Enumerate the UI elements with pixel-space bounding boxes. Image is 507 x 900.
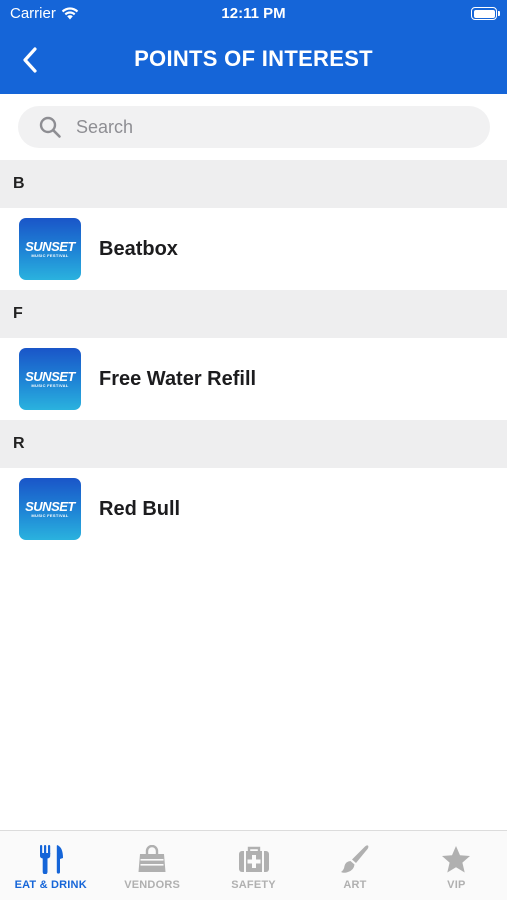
app-header: Carrier 12:11 PM POINTS OF INTEREST: [0, 0, 507, 94]
status-bar: Carrier 12:11 PM: [0, 0, 507, 28]
status-time: 12:11 PM: [221, 5, 286, 22]
search-box[interactable]: [18, 106, 490, 148]
tab-label: VENDORS: [124, 879, 181, 891]
paintbrush-icon: [338, 843, 372, 875]
tab-label: VIP: [447, 879, 466, 891]
tab-vendors[interactable]: VENDORS: [101, 831, 202, 900]
poi-list: B SUNSET MUSIC FESTIVAL Beatbox F SUNSET…: [0, 160, 507, 550]
list-item-label: Beatbox: [99, 237, 178, 260]
search-input[interactable]: [76, 107, 456, 147]
nav-bar: POINTS OF INTEREST: [0, 36, 507, 84]
list-item[interactable]: SUNSET MUSIC FESTIVAL Red Bull: [0, 468, 507, 550]
tab-label: EAT & DRINK: [14, 879, 87, 891]
tab-art[interactable]: ART: [304, 831, 405, 900]
first-aid-icon: [237, 843, 271, 875]
sunset-festival-logo: SUNSET MUSIC FESTIVAL: [19, 218, 81, 280]
list-item[interactable]: SUNSET MUSIC FESTIVAL Free Water Refill: [0, 338, 507, 420]
tab-bar: EAT & DRINK VENDORS SAFETY ART VIP: [0, 830, 507, 900]
list-item[interactable]: SUNSET MUSIC FESTIVAL Beatbox: [0, 208, 507, 290]
tab-eat-and-drink[interactable]: EAT & DRINK: [0, 831, 101, 900]
tab-vip[interactable]: VIP: [406, 831, 507, 900]
section-header-f: F: [0, 290, 507, 338]
list-item-label: Free Water Refill: [99, 367, 257, 390]
sunset-festival-logo: SUNSET MUSIC FESTIVAL: [19, 348, 81, 410]
battery-icon: [471, 7, 500, 20]
section-header-r: R: [0, 420, 507, 468]
list-item-label: Red Bull: [99, 497, 181, 520]
page-title: POINTS OF INTEREST: [134, 46, 373, 71]
shopping-bag-icon: [135, 843, 169, 875]
tab-label: SAFETY: [231, 879, 276, 891]
search-icon: [38, 114, 64, 140]
tab-label: ART: [343, 879, 367, 891]
star-icon: [439, 843, 473, 875]
search-bar: [0, 94, 507, 160]
sunset-festival-logo: SUNSET MUSIC FESTIVAL: [19, 478, 81, 540]
section-header-b: B: [0, 160, 507, 208]
fork-knife-icon: [34, 843, 68, 875]
tab-safety[interactable]: SAFETY: [203, 831, 304, 900]
